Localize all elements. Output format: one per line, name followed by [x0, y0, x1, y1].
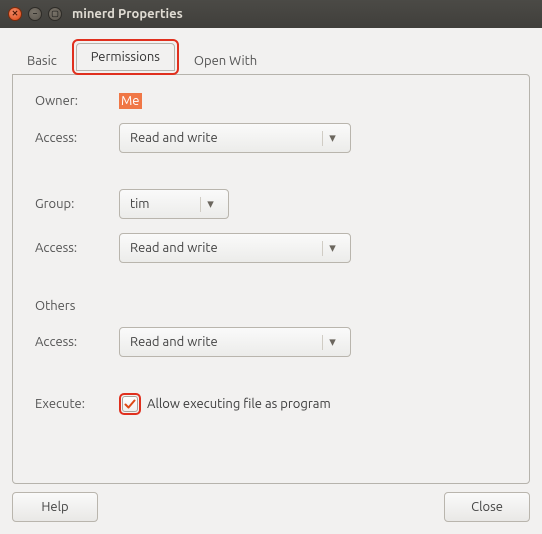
window-maximize-button[interactable]: ▢	[48, 7, 62, 21]
owner-access-value: Read and write	[130, 131, 218, 145]
group-access-combo[interactable]: Read and write ▾	[119, 233, 351, 263]
group-access-value: Read and write	[130, 241, 218, 255]
tab-basic[interactable]: Basic	[12, 47, 72, 75]
owner-access-combo[interactable]: Read and write ▾	[119, 123, 351, 153]
chevron-down-icon: ▾	[322, 241, 342, 256]
check-icon	[124, 398, 136, 410]
execute-row: Allow executing file as program	[119, 393, 507, 415]
window-close-button[interactable]: ✕	[8, 7, 22, 21]
help-button[interactable]: Help	[12, 492, 98, 522]
others-heading: Others	[35, 299, 507, 313]
close-icon: ✕	[12, 10, 19, 18]
execute-checkbox-highlight	[119, 393, 141, 415]
tab-open-with[interactable]: Open With	[179, 47, 272, 75]
chevron-down-icon: ▾	[322, 335, 342, 350]
execute-checkbox-label[interactable]: Allow executing file as program	[147, 397, 331, 411]
tab-permissions[interactable]: Permissions	[76, 43, 175, 71]
group-value: tim	[130, 197, 150, 211]
window-buttons: ✕ – ▢	[8, 7, 62, 21]
permissions-panel: Owner: Me Access: Read and write ▾ Group…	[12, 74, 530, 484]
window-titlebar: ✕ – ▢ minerd Properties	[0, 0, 542, 28]
group-label: Group:	[35, 197, 107, 211]
window-minimize-button[interactable]: –	[28, 7, 42, 21]
close-button[interactable]: Close	[444, 492, 530, 522]
others-access-label: Access:	[35, 335, 107, 349]
others-access-combo[interactable]: Read and write ▾	[119, 327, 351, 357]
execute-checkbox[interactable]	[122, 396, 138, 412]
chevron-down-icon: ▾	[200, 197, 220, 212]
owner-value-cell: Me	[119, 93, 507, 109]
dialog-button-row: Help Close	[0, 492, 542, 534]
minimize-icon: –	[33, 10, 37, 18]
others-access-value: Read and write	[130, 335, 218, 349]
owner-value: Me	[119, 93, 142, 109]
owner-access-label: Access:	[35, 131, 107, 145]
window-title: minerd Properties	[72, 7, 183, 21]
tab-permissions-highlight: Permissions	[72, 39, 179, 75]
group-access-label: Access:	[35, 241, 107, 255]
owner-label: Owner:	[35, 94, 107, 108]
group-combo[interactable]: tim ▾	[119, 189, 229, 219]
chevron-down-icon: ▾	[322, 131, 342, 146]
maximize-icon: ▢	[51, 10, 59, 18]
tab-bar: Basic Permissions Open With	[0, 28, 542, 74]
execute-label: Execute:	[35, 397, 107, 411]
